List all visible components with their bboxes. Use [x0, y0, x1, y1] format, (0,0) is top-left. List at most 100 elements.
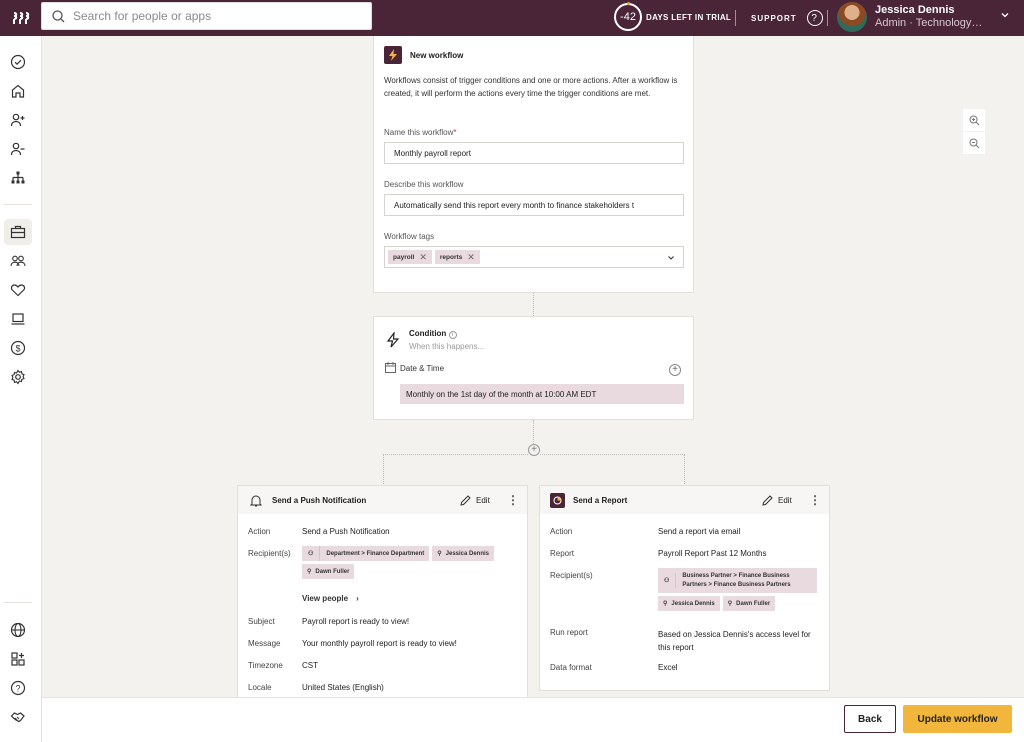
row-label: Subject	[248, 617, 275, 626]
search-icon	[52, 9, 65, 22]
sidebar-item-help[interactable]: ?	[4, 675, 32, 701]
home-icon	[11, 84, 25, 98]
workflow-details-card: New workflow Workflows consist of trigge…	[373, 36, 694, 293]
tag-chip: reports ✕	[434, 250, 480, 264]
recipient-chip[interactable]: ⚲ Jessica Dennis	[432, 546, 495, 561]
app-logo[interactable]	[0, 11, 42, 25]
zoom-in-icon	[969, 115, 979, 125]
row-label: Message	[248, 639, 281, 648]
person-icon: ⚲	[307, 569, 312, 575]
lightning-icon	[389, 49, 397, 61]
person-icon: ⚲	[437, 551, 442, 557]
remove-tag-icon[interactable]: ✕	[467, 252, 475, 263]
remove-tag-icon[interactable]: ✕	[419, 252, 427, 263]
row-label: Data format	[550, 663, 592, 672]
chevron-down-icon[interactable]	[667, 254, 675, 262]
user-name: Jessica Dennis	[875, 4, 955, 16]
condition-value[interactable]: Monthly on the 1st day of the month at 1…	[400, 384, 684, 404]
trial-days: -42	[620, 11, 636, 23]
sidebar-item-hire[interactable]	[4, 107, 32, 133]
calendar-icon	[385, 362, 396, 373]
condition-title: Condition i	[409, 329, 457, 339]
zoom-out-button[interactable]	[963, 132, 985, 154]
recipient-name: Jessica Dennis	[671, 600, 715, 607]
group-icon: ⚇	[302, 546, 321, 561]
report-badge	[550, 492, 565, 508]
row-value: CST	[302, 661, 318, 670]
workflow-name-input[interactable]: Monthly payroll report	[384, 142, 684, 164]
connector-line	[533, 420, 534, 444]
org-chart-icon	[11, 171, 25, 184]
add-condition-button[interactable]: +	[669, 364, 681, 376]
support-button[interactable]: SUPPORT ?	[751, 0, 823, 36]
recipient-chip[interactable]: ⚲ Dawn Fuller	[722, 596, 776, 611]
add-step-button[interactable]: +	[528, 444, 540, 456]
recipient-chip[interactable]: ⚇ Business Partner > Finance Business Par…	[658, 568, 817, 593]
update-workflow-button[interactable]: Update workflow	[903, 705, 1012, 733]
sidebar-item-tasks[interactable]	[4, 49, 32, 75]
row-value: Payroll report is ready to view!	[302, 617, 410, 626]
row-value: Excel	[658, 663, 678, 672]
more-options-icon[interactable]: ⋮	[507, 494, 519, 506]
svg-text:$: $	[15, 343, 20, 353]
sidebar-item-benefits[interactable]	[4, 277, 32, 303]
workflow-description-input[interactable]: Automatically send this report every mon…	[384, 194, 684, 216]
view-people-link[interactable]: View people ›	[302, 594, 359, 603]
search-placeholder: Search for people or apps	[73, 9, 212, 23]
pie-chart-icon	[553, 496, 562, 504]
zoom-in-button[interactable]	[963, 109, 985, 131]
edit-label: Edit	[476, 495, 490, 505]
help-icon: ?	[10, 680, 26, 696]
recipient-name: Department > Finance Department	[326, 550, 425, 557]
sidebar-item-apps[interactable]	[4, 219, 32, 245]
person-icon: ⚲	[663, 601, 668, 607]
row-label: Locale	[248, 683, 272, 692]
workflow-tags-select[interactable]: payroll ✕ reports ✕	[384, 246, 684, 268]
sidebar-item-settings[interactable]	[4, 364, 32, 390]
person-add-icon	[10, 113, 25, 127]
row-label: Action	[248, 527, 271, 536]
name-field-label: Name this workflow*	[384, 128, 456, 137]
recipient-chip[interactable]: ⚇ Department > Finance Department	[302, 546, 430, 561]
recipient-name: Dawn Fuller	[315, 568, 350, 575]
laptop-icon	[11, 313, 25, 325]
recipient-name: Jessica Dennis	[445, 550, 490, 557]
condition-subtitle: When this happens...	[409, 342, 485, 351]
sidebar-item-people[interactable]	[4, 248, 32, 274]
divider	[735, 10, 736, 26]
sidebar-item-payroll[interactable]: $	[4, 335, 32, 361]
trial-indicator[interactable]: -42 DAYS LEFT IN TRIAL	[614, 2, 731, 31]
row-value: Your monthly payroll report is ready to …	[302, 639, 457, 648]
back-button[interactable]: Back	[844, 705, 896, 733]
connector-line	[383, 454, 528, 484]
sidebar-item-offboard[interactable]	[4, 136, 32, 162]
action-title: Send a Push Notification	[272, 495, 367, 505]
sidebar-item-app-shop[interactable]	[4, 646, 32, 672]
action-card-header: Send a Push Notification Edit ⋮	[238, 486, 527, 514]
sidebar-item-partners[interactable]	[4, 704, 32, 730]
condition-card: Condition i When this happens... Date & …	[373, 316, 694, 420]
workflow-badge	[384, 46, 402, 64]
avatar[interactable]	[837, 2, 867, 32]
recipient-name: Business Partner > Finance Business Part…	[682, 572, 791, 588]
search-input[interactable]: Search for people or apps	[41, 2, 372, 30]
sidebar-item-home[interactable]	[4, 78, 32, 104]
edit-button[interactable]: Edit	[762, 494, 792, 506]
condition-title-text: Condition	[409, 329, 447, 338]
edit-button[interactable]: Edit	[460, 494, 490, 506]
user-menu[interactable]: Jessica Dennis Admin · Technology…	[875, 4, 982, 29]
tags-field-label: Workflow tags	[384, 232, 435, 241]
recipient-chip[interactable]: ⚲ Jessica Dennis	[658, 596, 720, 611]
sidebar-item-org-chart[interactable]	[4, 165, 32, 191]
recipient-chip[interactable]: ⚲ Dawn Fuller	[302, 564, 355, 579]
info-icon[interactable]: i	[448, 331, 457, 339]
sidebar-item-global[interactable]	[4, 617, 32, 643]
action-card-send-report: Send a Report Edit ⋮ Action Send a repor…	[539, 485, 830, 691]
chevron-down-icon[interactable]	[1000, 10, 1010, 20]
pencil-icon	[762, 494, 773, 506]
edit-label: Edit	[778, 495, 792, 505]
heart-icon	[10, 284, 26, 297]
row-value: Send a Push Notification	[302, 527, 390, 536]
sidebar-item-devices[interactable]	[4, 306, 32, 332]
more-options-icon[interactable]: ⋮	[809, 494, 821, 506]
